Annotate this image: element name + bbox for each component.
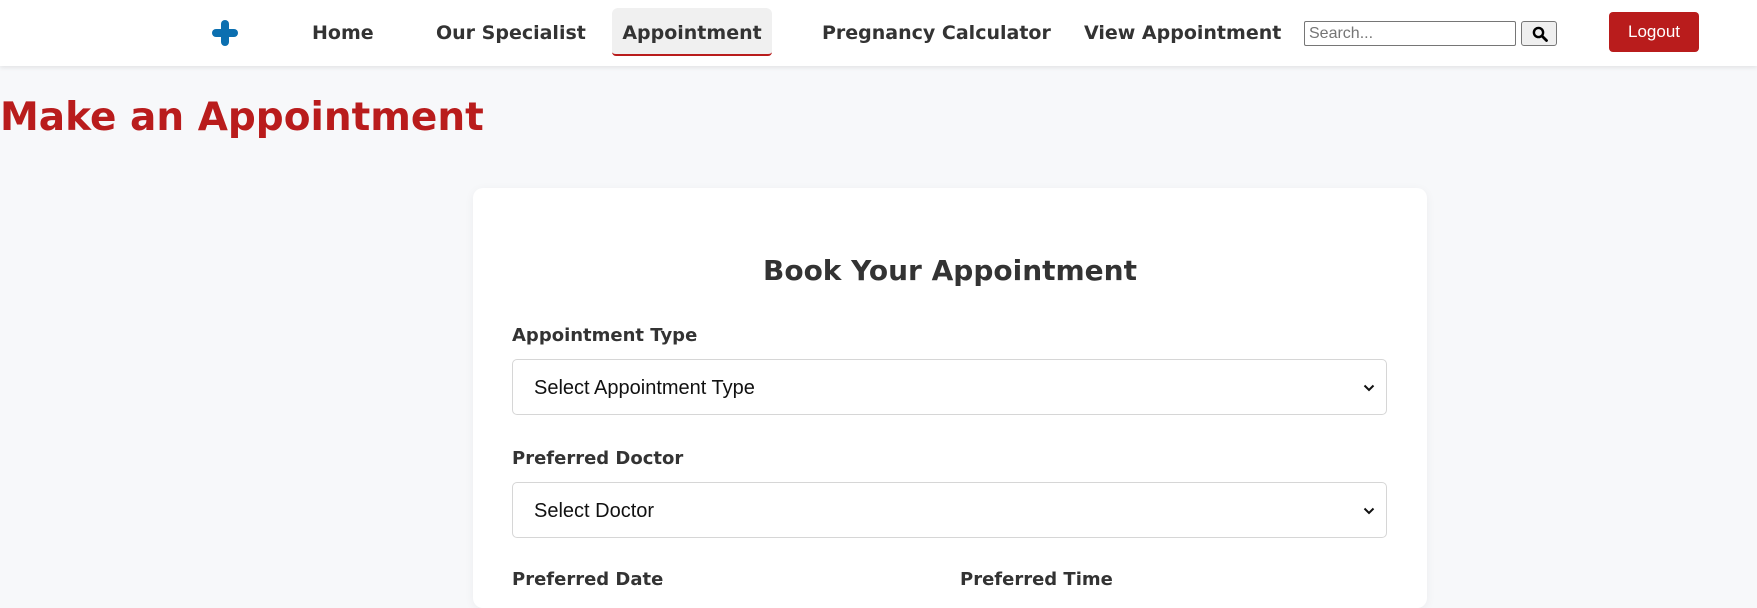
search-icon xyxy=(1532,26,1548,42)
preferred-doctor-label: Preferred Doctor xyxy=(512,448,684,469)
appointment-type-label: Appointment Type xyxy=(512,325,698,346)
preferred-doctor-value: Select Doctor xyxy=(534,500,655,522)
nav-link-view-appointment[interactable]: View Appointment xyxy=(1084,8,1281,56)
nav-link-home[interactable]: Home xyxy=(312,8,374,56)
medical-cross-icon[interactable] xyxy=(212,20,238,46)
preferred-time-label: Preferred Time xyxy=(960,569,1113,590)
appointment-form-card: Book Your Appointment Appointment Type S… xyxy=(473,188,1427,608)
search-button[interactable] xyxy=(1521,21,1557,46)
appointment-type-value: Select Appointment Type xyxy=(534,377,755,399)
page-title: Make an Appointment xyxy=(0,95,484,140)
logout-button[interactable]: Logout xyxy=(1609,12,1699,52)
form-title: Book Your Appointment xyxy=(762,254,1137,287)
preferred-doctor-select[interactable]: Select Doctor xyxy=(512,482,1387,538)
nav-link-pregnancy-calculator[interactable]: Pregnancy Calculator xyxy=(822,8,1051,56)
preferred-date-label: Preferred Date xyxy=(512,569,664,590)
nav-link-appointment[interactable]: Appointment xyxy=(612,8,772,56)
search-input[interactable] xyxy=(1304,21,1516,46)
nav-link-our-specialist[interactable]: Our Specialist xyxy=(436,8,586,56)
chevron-down-icon xyxy=(1363,384,1375,392)
chevron-down-icon xyxy=(1363,507,1375,515)
top-navbar: Home Our Specialist Appointment Pregnanc… xyxy=(0,0,1757,66)
appointment-type-select[interactable]: Select Appointment Type xyxy=(512,359,1387,415)
